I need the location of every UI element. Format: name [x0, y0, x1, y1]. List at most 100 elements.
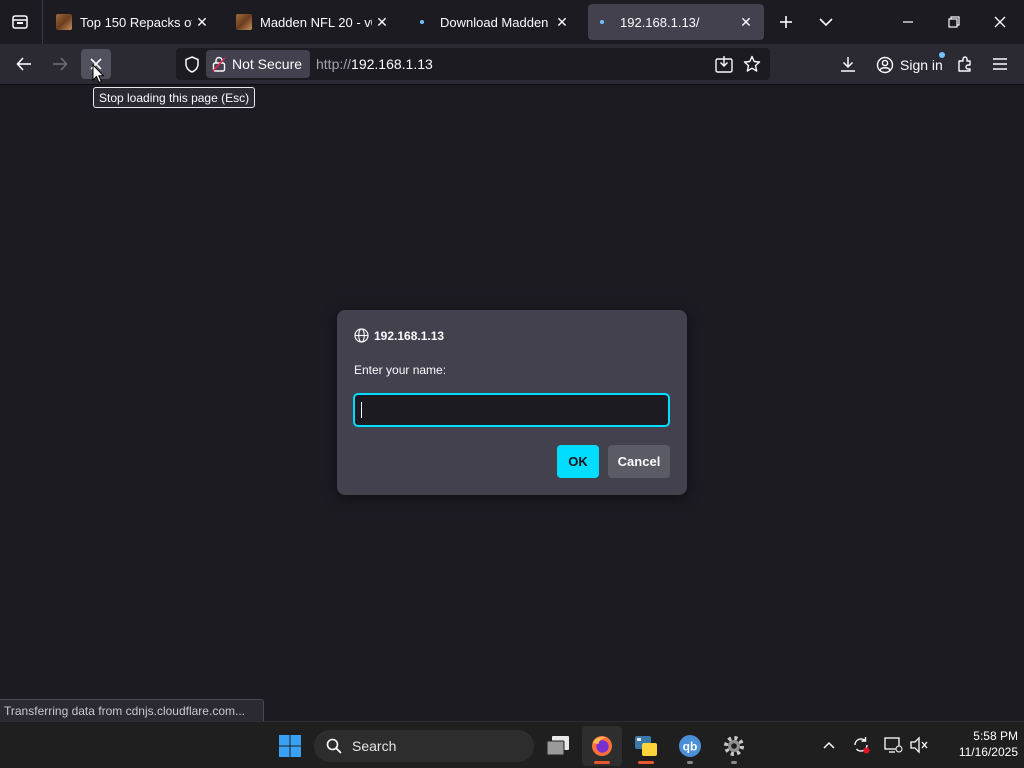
qbittorrent-icon: qb [679, 735, 701, 757]
text-caret [361, 402, 362, 418]
tab-title: Download Madden NFL [440, 14, 552, 30]
task-view-icon [546, 736, 569, 756]
tray-sync-button[interactable] [850, 734, 872, 756]
chevron-up-icon [823, 741, 835, 749]
dialog-origin: 192.168.1.13 [354, 328, 444, 343]
url-host: 192.168.1.13 [351, 56, 433, 72]
ok-button[interactable]: OK [557, 445, 599, 478]
tab-bar: Top 150 Repacks of Th ✕ Madden NFL 20 - … [0, 0, 1024, 44]
running-indicator [594, 761, 610, 764]
arrow-right-icon [53, 57, 68, 71]
tab-192-168-1-13[interactable]: 192.168.1.13/ ✕ [588, 4, 764, 40]
taskbar-python-idle[interactable] [626, 726, 666, 766]
running-indicator [687, 761, 693, 764]
globe-icon [354, 328, 369, 343]
close-icon[interactable]: ✕ [192, 12, 212, 32]
downloads-button[interactable] [833, 49, 863, 79]
close-icon[interactable]: ✕ [736, 12, 756, 32]
taskbar-qbittorrent[interactable]: qb [670, 726, 710, 766]
minimize-button[interactable] [894, 8, 922, 36]
url-bar[interactable]: Not Secure http://192.168.1.13 [176, 48, 770, 80]
minimize-icon [903, 21, 913, 23]
bookmark-button[interactable] [742, 54, 762, 74]
windows-taskbar: Search qb 5:58 PM 11/16/2025 [0, 721, 1024, 768]
tab-download-madden[interactable]: Download Madden NFL ✕ [408, 4, 580, 40]
network-icon [884, 737, 903, 753]
restore-icon [948, 16, 960, 28]
firefox-icon [592, 736, 612, 756]
site-security-indicator[interactable]: Not Secure [206, 50, 311, 78]
firefox-view-button[interactable] [6, 8, 34, 36]
tray-network-button[interactable] [882, 734, 904, 756]
svg-text:qb: qb [683, 740, 698, 754]
download-icon [841, 57, 855, 72]
cancel-button[interactable]: Cancel [608, 445, 670, 478]
url-text[interactable]: http://192.168.1.13 [316, 56, 433, 72]
running-indicator [638, 761, 654, 764]
sign-in-label: Sign in [900, 57, 943, 73]
taskbar-firefox[interactable] [582, 726, 622, 766]
prompt-dialog: 192.168.1.13 Enter your name: OK Cancel [337, 310, 687, 495]
tab-separator [42, 0, 43, 44]
tab-title: Madden NFL 20 - v08.2 [260, 14, 372, 30]
system-clock[interactable]: 5:58 PM 11/16/2025 [938, 728, 1018, 760]
firefox-view-icon [12, 15, 28, 29]
fitgirl-favicon-icon [236, 14, 252, 30]
fitgirl-favicon-icon [56, 14, 72, 30]
task-view-button[interactable] [538, 726, 578, 766]
install-app-button[interactable] [714, 54, 734, 74]
navigation-toolbar: Not Secure http://192.168.1.13 Sign in [0, 44, 1024, 85]
notification-dot-icon [938, 52, 945, 58]
windows-logo-icon [279, 735, 301, 757]
close-icon[interactable]: ✕ [372, 12, 392, 32]
search-icon [326, 738, 342, 754]
dialog-message: Enter your name: [354, 363, 447, 377]
not-secure-label: Not Secure [232, 56, 303, 72]
puzzle-icon [958, 56, 971, 72]
sign-in-button[interactable]: Sign in [870, 50, 949, 80]
star-icon [743, 55, 761, 72]
back-button[interactable] [9, 49, 39, 79]
shield-icon [185, 55, 199, 73]
lock-insecure-icon [212, 56, 226, 72]
arrow-left-icon [16, 57, 31, 71]
start-button[interactable] [270, 726, 310, 766]
url-scheme: http:// [316, 56, 352, 72]
close-icon[interactable]: ✕ [552, 12, 572, 32]
tab-title: 192.168.1.13/ [620, 14, 700, 30]
account-icon [876, 56, 894, 74]
clock-time: 5:58 PM [973, 729, 1018, 743]
stop-loading-tooltip: Stop loading this page (Esc) [93, 87, 256, 108]
clock-date: 11/16/2025 [958, 745, 1018, 759]
tray-volume-button[interactable] [908, 734, 930, 756]
loading-dot-icon [420, 20, 424, 24]
forward-button[interactable] [45, 49, 75, 79]
close-window-button[interactable] [986, 8, 1014, 36]
tracking-protection-button[interactable] [182, 54, 202, 74]
search-label: Search [352, 738, 397, 754]
mouse-cursor-icon [92, 64, 105, 84]
taskbar-settings[interactable] [714, 726, 754, 766]
extensions-button[interactable] [950, 49, 980, 79]
close-icon [994, 16, 1006, 28]
running-indicator [731, 761, 737, 764]
restore-button[interactable] [940, 8, 968, 36]
dialog-origin-label: 192.168.1.13 [374, 328, 445, 343]
plus-icon [780, 16, 792, 28]
hamburger-menu-icon [993, 58, 1007, 70]
status-panel: Transferring data from cdnjs.cloudflare.… [0, 699, 264, 721]
show-hidden-icons-button[interactable] [818, 734, 840, 756]
list-all-tabs-button[interactable] [812, 8, 840, 36]
tab-madden-nfl-20[interactable]: Madden NFL 20 - v08.2 ✕ [228, 4, 400, 40]
app-menu-button[interactable] [985, 49, 1015, 79]
volume-muted-icon [910, 736, 928, 754]
tab-top-150-repacks[interactable]: Top 150 Repacks of Th ✕ [48, 4, 220, 40]
chevron-down-icon [819, 18, 833, 27]
sync-icon [854, 737, 870, 754]
name-input[interactable] [353, 393, 670, 427]
taskbar-search-box[interactable]: Search [314, 730, 534, 762]
loading-dot-icon [600, 20, 604, 24]
new-tab-button[interactable] [772, 8, 800, 36]
python-icon [635, 736, 657, 756]
tab-title: Top 150 Repacks of Th [80, 14, 192, 30]
